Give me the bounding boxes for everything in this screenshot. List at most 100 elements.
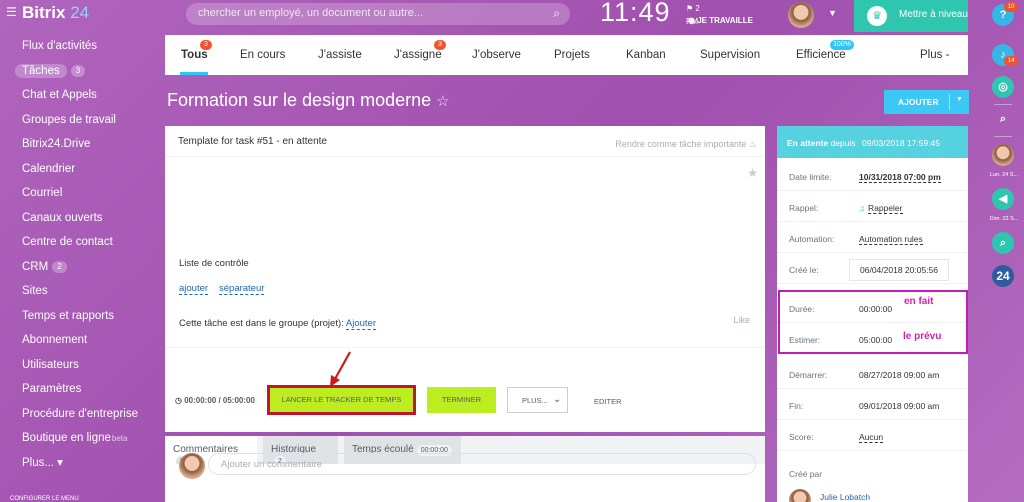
- sidebar-item-subscription[interactable]: Abonnement: [0, 330, 160, 355]
- search-icon[interactable]: ⌕: [992, 108, 1014, 130]
- chevron-down-icon[interactable]: ▼: [956, 96, 963, 103]
- bitrix24-icon[interactable]: 24: [992, 265, 1014, 287]
- tab-following[interactable]: J'observe: [472, 49, 521, 61]
- tab-badge: 3: [434, 40, 446, 50]
- sidebar-item-online-store[interactable]: Boutique en lignebeta: [0, 428, 160, 453]
- finish-button[interactable]: TERMINER: [427, 387, 496, 413]
- megaphone-icon[interactable]: ◀: [992, 188, 1014, 210]
- info-row-deadline: Date limite: 10/31/2018 07:00 pm: [777, 161, 968, 191]
- start-time-tracker-button[interactable]: LANCER LE TRACKER DE TEMPS: [267, 385, 416, 415]
- comment-input[interactable]: Ajouter un commentaire: [208, 453, 756, 475]
- sidebar-item-chat[interactable]: Chat et Appels: [0, 85, 160, 110]
- rail-caption: Dim. 23 S...: [989, 216, 1019, 222]
- reminder-link[interactable]: ♫ Rappeler: [859, 203, 903, 214]
- tab-more[interactable]: Plus -: [920, 49, 949, 61]
- search-icon[interactable]: ⌕: [553, 6, 560, 21]
- info-row-score: Score: Aucun: [777, 421, 968, 451]
- divider: [994, 136, 1012, 137]
- info-row-automation: Automation: Automation rules: [777, 223, 968, 253]
- task-card: Template for task #51 - en attente Rendr…: [165, 126, 765, 432]
- checklist-label: Liste de contrôle: [179, 258, 249, 269]
- created-value: 06/04/2018 20:05:56: [849, 259, 949, 281]
- sidebar-item-tasks[interactable]: Tâches 3: [0, 61, 160, 86]
- avatar: [179, 453, 205, 479]
- tab-supervision[interactable]: Supervision: [700, 49, 760, 61]
- menu-icon[interactable]: ☰: [6, 5, 17, 19]
- upgrade-button[interactable]: ♛ Mettre à niveau: [854, 0, 968, 32]
- start-value: 08/27/2018 09:00 am: [859, 370, 940, 380]
- sidebar-item-more[interactable]: Plus... ▾: [0, 453, 160, 478]
- sidebar-item-workflows[interactable]: Procédure d'entreprise: [0, 404, 160, 429]
- tab-in-progress[interactable]: En cours: [240, 49, 285, 61]
- sidebar-item-activity-stream[interactable]: Flux d'activités: [0, 36, 160, 61]
- annotation-actual: en fait: [904, 296, 934, 307]
- score-value[interactable]: Aucun: [859, 432, 884, 443]
- creator-link[interactable]: Julie Lobatch: [820, 492, 870, 502]
- avatar[interactable]: [992, 144, 1014, 166]
- task-tabs: Tous 3 En cours J'assiste J'assigne 3 J'…: [165, 35, 968, 75]
- tab-badge: 3: [200, 40, 212, 50]
- project-line: Cette tâche est dans le groupe (projet):…: [179, 318, 376, 330]
- info-row-created: Créé le: 06/04/2018 20:05:56: [777, 254, 968, 284]
- divider: [994, 104, 1012, 105]
- efficiency-badge: 100%: [830, 40, 854, 50]
- search-doc-icon[interactable]: ⌕: [992, 232, 1014, 254]
- divider: [949, 94, 950, 110]
- sidebar-item-settings[interactable]: Paramètres: [0, 379, 160, 404]
- divider: [165, 347, 765, 348]
- task-subtitle: Template for task #51 - en attente: [178, 136, 327, 147]
- notification-badge: 14: [1004, 56, 1018, 66]
- automation-link[interactable]: Automation rules: [859, 234, 923, 245]
- tab-set-by-me[interactable]: J'assigne: [394, 49, 442, 61]
- checklist-separator-link[interactable]: séparateur: [219, 283, 265, 295]
- work-status[interactable]: ◉ JE TRAVAILLE: [688, 16, 753, 25]
- sidebar-item-mail[interactable]: Courriel: [0, 183, 160, 208]
- annotation-highlight-box: [778, 290, 968, 354]
- sidebar-item-users[interactable]: Utilisateurs: [0, 355, 160, 380]
- sidebar-item-crm[interactable]: CRM 2: [0, 257, 160, 282]
- created-by-label: Créé par: [789, 469, 823, 479]
- tab-projects[interactable]: Projets: [554, 49, 590, 61]
- sidebar-item-sites[interactable]: Sites: [0, 281, 160, 306]
- end-value: 09/01/2018 09:00 am: [859, 401, 940, 411]
- sidebar-item-time-reports[interactable]: Temps et rapports: [0, 306, 160, 331]
- chevron-down-icon[interactable]: ▼: [828, 8, 837, 18]
- favorite-star-icon[interactable]: ★: [747, 166, 758, 180]
- right-rail: ? 10 ♪ 14 ◎ ⌕ Lun. 24 S... ◀ Dim. 23 S..…: [984, 0, 1024, 502]
- flag-icon: ⚑: [686, 4, 694, 13]
- divider: [165, 156, 765, 157]
- tab-kanban[interactable]: Kanban: [626, 49, 666, 61]
- project-add-link[interactable]: Ajouter: [345, 318, 376, 330]
- logo[interactable]: Bitrix 24: [22, 3, 89, 23]
- sidebar-item-contact-center[interactable]: Centre de contact: [0, 232, 160, 257]
- sidebar-item-drive[interactable]: Bitrix24.Drive: [0, 134, 160, 159]
- info-row-start: Démarrer: 08/27/2018 09:00 am: [777, 359, 968, 389]
- checklist-add-link[interactable]: ajouter: [179, 283, 209, 295]
- edit-button[interactable]: EDITER: [594, 397, 622, 406]
- annotation-planned: le prévu: [903, 331, 942, 342]
- active-tab-indicator: [180, 72, 208, 75]
- sidebar-item-open-channels[interactable]: Canaux ouverts: [0, 208, 160, 233]
- clock: 11:49: [600, 0, 671, 27]
- tab-all[interactable]: Tous: [181, 49, 208, 61]
- bell-icon: ♫: [859, 204, 865, 213]
- chat-icon[interactable]: ◎: [992, 76, 1014, 98]
- sidebar-item-calendar[interactable]: Calendrier: [0, 159, 160, 184]
- mark-important-link[interactable]: Rendre comme tâche importante ♨: [615, 139, 757, 150]
- status-date: 09/03/2018 17:59:45: [862, 138, 940, 148]
- search-input[interactable]: chercher un employé, un document ou autr…: [186, 3, 570, 25]
- tab-assisting[interactable]: J'assiste: [318, 49, 362, 61]
- tab-efficiency[interactable]: Efficience: [796, 49, 846, 61]
- like-button[interactable]: Like: [733, 315, 750, 325]
- flame-icon: ♨: [748, 139, 757, 149]
- info-row-reminder: Rappel: ♫ Rappeler: [777, 192, 968, 222]
- crown-icon: ♛: [867, 6, 887, 26]
- deadline-value[interactable]: 10/31/2018 07:00 pm: [859, 172, 941, 183]
- user-avatar[interactable]: [788, 2, 814, 28]
- configure-menu-link[interactable]: CONFIGURER LE MENU: [10, 496, 79, 502]
- sidebar-item-workgroups[interactable]: Groupes de travail: [0, 110, 160, 135]
- add-button[interactable]: AJOUTER ▼: [884, 90, 969, 114]
- annotation-arrow: [330, 351, 351, 387]
- more-button[interactable]: PLUS... ⌄: [507, 387, 568, 413]
- star-icon[interactable]: ☆: [436, 93, 449, 110]
